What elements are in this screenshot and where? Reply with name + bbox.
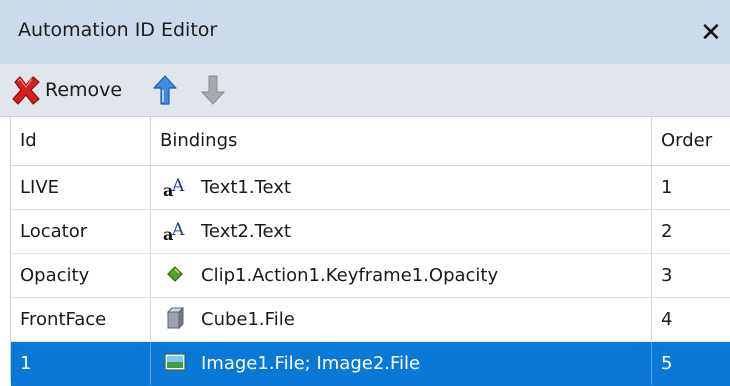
id-cell: 1 xyxy=(11,342,151,385)
close-button[interactable]: ✕ xyxy=(700,18,730,48)
column-header-bindings[interactable]: Bindings xyxy=(151,117,652,165)
table-row[interactable]: Opacity Clip1.Action1.Keyframe1.Opacity … xyxy=(11,254,730,298)
keyframe-diamond-icon xyxy=(163,262,187,286)
move-down-button xyxy=(200,74,226,106)
svg-text:A: A xyxy=(171,176,185,196)
table-row[interactable]: Locator a A Text2.Text 2 xyxy=(11,210,730,254)
order-cell: 1 xyxy=(652,166,730,209)
id-cell: Locator xyxy=(11,210,151,253)
image-icon xyxy=(163,350,187,374)
table-header: Id Bindings Order xyxy=(11,117,730,166)
bindings-cell: Image1.File; Image2.File xyxy=(151,342,652,385)
red-x-icon xyxy=(10,74,42,106)
order-cell: 4 xyxy=(652,298,730,341)
id-cell: Opacity xyxy=(11,254,151,297)
table-row[interactable]: LIVE a A Text1.Text 1 xyxy=(11,166,730,210)
binding-text: Image1.File; Image2.File xyxy=(201,353,421,374)
text-icon: a A xyxy=(163,218,187,242)
order-cell: 3 xyxy=(652,254,730,297)
remove-label: Remove xyxy=(45,79,123,101)
arrow-down-icon xyxy=(200,74,226,106)
bindings-cell: Cube1.File xyxy=(151,298,652,341)
id-cell: FrontFace xyxy=(11,298,151,341)
automation-id-table: Id Bindings Order LIVE a A Text1.Text 1 … xyxy=(10,117,730,386)
text-icon: a A xyxy=(163,174,187,198)
bindings-cell: a A Text2.Text xyxy=(151,210,652,253)
order-cell: 2 xyxy=(652,210,730,253)
column-header-order[interactable]: Order xyxy=(652,117,730,165)
move-up-button[interactable] xyxy=(152,74,178,106)
binding-text: Text1.Text xyxy=(201,177,291,198)
bindings-cell: Clip1.Action1.Keyframe1.Opacity xyxy=(151,254,652,297)
title-bar: Automation ID Editor ✕ xyxy=(0,0,730,64)
binding-text: Cube1.File xyxy=(201,309,295,330)
binding-text: Clip1.Action1.Keyframe1.Opacity xyxy=(201,265,499,286)
cube-icon xyxy=(163,306,187,330)
remove-button[interactable]: Remove xyxy=(10,74,122,106)
bindings-cell: a A Text1.Text xyxy=(151,166,652,209)
id-cell: LIVE xyxy=(11,166,151,209)
arrow-up-icon xyxy=(152,74,178,106)
order-cell: 5 xyxy=(652,342,730,385)
toolbar: Remove xyxy=(0,64,730,117)
window-title: Automation ID Editor xyxy=(18,19,218,41)
binding-text: Text2.Text xyxy=(201,221,291,242)
table-row[interactable]: FrontFace Cube1.File 4 xyxy=(11,298,730,342)
column-header-id[interactable]: Id xyxy=(11,117,151,165)
table-row-selected[interactable]: 1 Image1.File; Image2.File 5 xyxy=(11,342,730,386)
svg-text:A: A xyxy=(171,220,185,240)
